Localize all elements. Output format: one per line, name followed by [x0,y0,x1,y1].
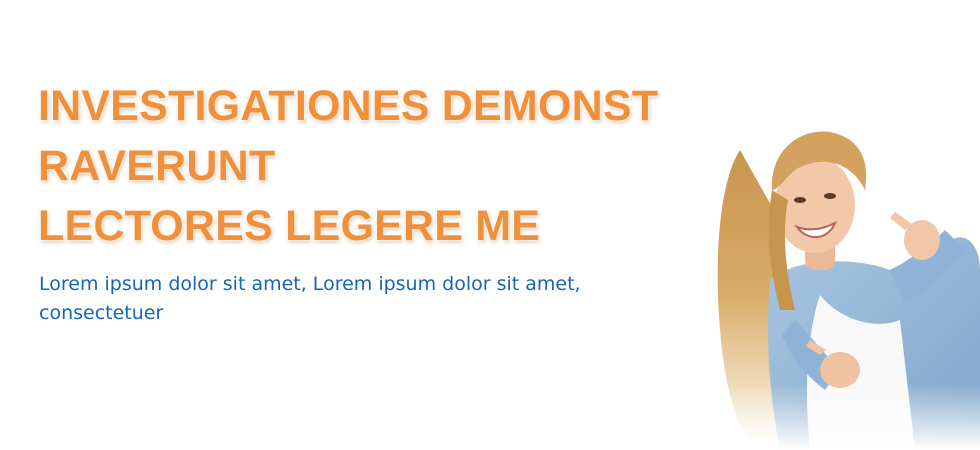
headline-line-1: INVESTIGATIONES DEMONST [38,82,659,130]
hero-headline: INVESTIGATIONES DEMONST RAVERUNT LECTORE… [38,76,728,256]
subtext-line-1: Lorem ipsum dolor sit amet, Lorem ipsum … [39,273,581,295]
hero-banner: INVESTIGATIONES DEMONST RAVERUNT LECTORE… [0,0,980,450]
hero-subtext: Lorem ipsum dolor sit amet, Lorem ipsum … [39,270,709,328]
woman-pointing-image [700,120,980,450]
subtext-line-2: consectetuer [39,302,164,324]
headline-line-2: RAVERUNT [38,142,276,190]
headline-line-3: LECTORES LEGERE ME [38,202,541,250]
